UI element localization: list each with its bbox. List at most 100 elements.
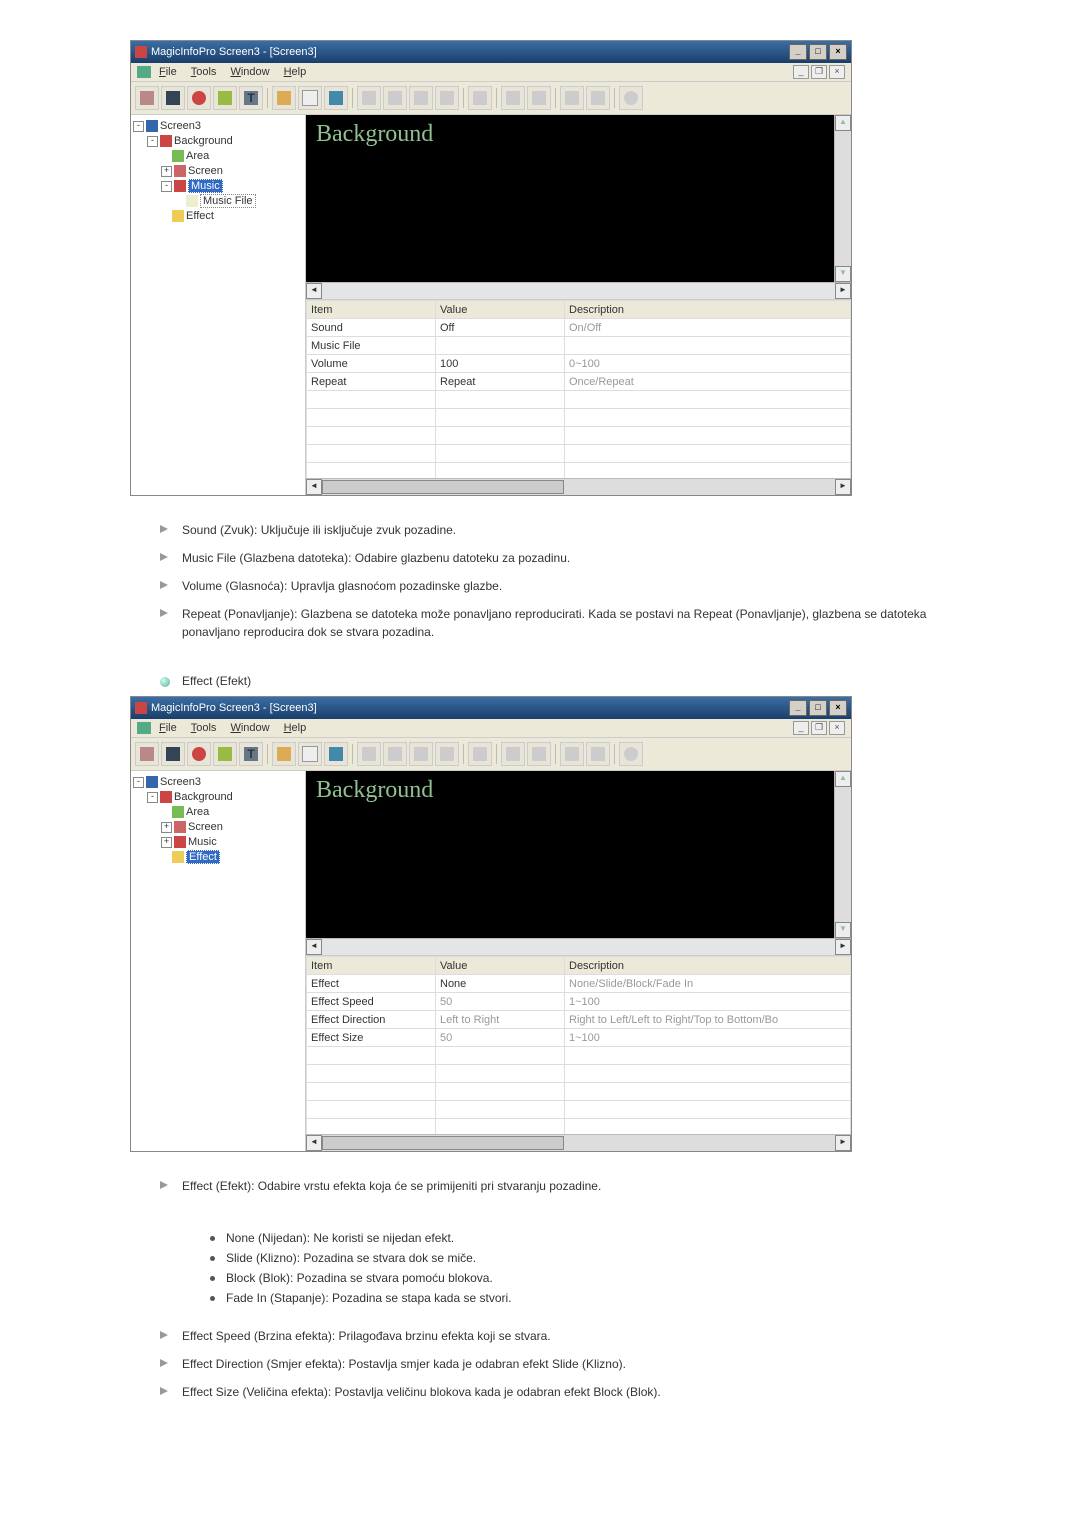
tb-4[interactable] — [213, 86, 237, 110]
menu-window[interactable]: Window — [224, 721, 275, 735]
tree-root[interactable]: Screen3 — [160, 120, 201, 132]
property-grid[interactable]: Item Value Description SoundOffOn/OffMus… — [306, 299, 851, 478]
tb-redo[interactable] — [586, 742, 610, 766]
tb-6[interactable] — [272, 742, 296, 766]
col-desc[interactable]: Description — [565, 957, 851, 975]
close-button[interactable]: × — [829, 700, 847, 716]
tb-11[interactable] — [409, 86, 433, 110]
tb-7[interactable] — [298, 86, 322, 110]
tb-9[interactable] — [357, 86, 381, 110]
tree-root[interactable]: Screen3 — [160, 776, 201, 788]
preview-label: Background — [316, 777, 433, 803]
col-value[interactable]: Value — [436, 957, 565, 975]
preview-scroll-h[interactable]: ◄ ► — [306, 282, 851, 299]
tb-8[interactable] — [324, 86, 348, 110]
tree-area[interactable]: Area — [186, 150, 209, 162]
tb-undo[interactable] — [560, 86, 584, 110]
tb-info[interactable] — [619, 86, 643, 110]
grid-scroll-h[interactable]: ◄ ► — [306, 1134, 851, 1151]
tb-undo[interactable] — [560, 742, 584, 766]
tb-5[interactable]: T — [239, 742, 263, 766]
tree-music-file[interactable]: Music File — [200, 194, 256, 208]
preview-area: Background ▲ ▼ — [306, 771, 851, 938]
titlebar[interactable]: MagicInfoPro Screen3 - [Screen3] _ □ × — [131, 697, 851, 719]
col-value[interactable]: Value — [436, 301, 565, 319]
menu-tools[interactable]: Tools — [185, 65, 223, 79]
col-item[interactable]: Item — [307, 301, 436, 319]
tree-music[interactable]: Music — [188, 836, 217, 848]
table-row[interactable]: Effect Speed501~100 — [307, 993, 851, 1011]
col-desc[interactable]: Description — [565, 301, 851, 319]
tb-5[interactable]: T — [239, 86, 263, 110]
maximize-button[interactable]: □ — [809, 44, 827, 60]
close-button[interactable]: × — [829, 44, 847, 60]
mdi-close[interactable]: × — [829, 721, 845, 735]
maximize-button[interactable]: □ — [809, 700, 827, 716]
tb-3[interactable] — [187, 742, 211, 766]
window-title: MagicInfoPro Screen3 - [Screen3] — [151, 46, 317, 58]
table-row[interactable]: Effect DirectionLeft to RightRight to Le… — [307, 1011, 851, 1029]
tb-3[interactable] — [187, 86, 211, 110]
menu-file[interactable]: File — [153, 721, 183, 735]
mdi-restore[interactable]: ❐ — [811, 65, 827, 79]
tb-13[interactable] — [468, 86, 492, 110]
tb-4[interactable] — [213, 742, 237, 766]
tb-10[interactable] — [383, 742, 407, 766]
tree-screen[interactable]: Screen — [188, 821, 223, 833]
tb-10[interactable] — [383, 86, 407, 110]
menu-window[interactable]: Window — [224, 65, 275, 79]
tb-6[interactable] — [272, 86, 296, 110]
menu-file[interactable]: File — [153, 65, 183, 79]
tb-14[interactable] — [501, 86, 525, 110]
tb-15[interactable] — [527, 86, 551, 110]
tree-area[interactable]: Area — [186, 806, 209, 818]
tree-effect[interactable]: Effect — [186, 850, 220, 864]
tb-2[interactable] — [161, 742, 185, 766]
tb-1[interactable] — [135, 742, 159, 766]
mdi-min[interactable]: _ — [793, 721, 809, 735]
tb-12[interactable] — [435, 86, 459, 110]
preview-scroll-h[interactable]: ◄ ► — [306, 938, 851, 955]
titlebar[interactable]: MagicInfoPro Screen3 - [Screen3] _ □ × — [131, 41, 851, 63]
minimize-button[interactable]: _ — [789, 44, 807, 60]
tb-2[interactable] — [161, 86, 185, 110]
tree-effect[interactable]: Effect — [186, 210, 214, 222]
mdi-close[interactable]: × — [829, 65, 845, 79]
table-row[interactable]: RepeatRepeatOnce/Repeat — [307, 373, 851, 391]
mdi-min[interactable]: _ — [793, 65, 809, 79]
col-item[interactable]: Item — [307, 957, 436, 975]
list-item: Music File (Glazbena datoteka): Odabire … — [160, 544, 950, 572]
grid-scroll-h[interactable]: ◄ ► — [306, 478, 851, 495]
menu-help[interactable]: Help — [278, 721, 313, 735]
tb-redo[interactable] — [586, 86, 610, 110]
table-row[interactable]: Effect Size501~100 — [307, 1029, 851, 1047]
tb-info[interactable] — [619, 742, 643, 766]
table-row[interactable]: EffectNoneNone/Slide/Block/Fade In — [307, 975, 851, 993]
tb-12[interactable] — [435, 742, 459, 766]
table-row[interactable]: Volume1000~100 — [307, 355, 851, 373]
tb-9[interactable] — [357, 742, 381, 766]
tree-background[interactable]: Background — [174, 791, 233, 803]
tree-screen[interactable]: Screen — [188, 165, 223, 177]
tb-11[interactable] — [409, 742, 433, 766]
preview-scroll-v[interactable]: ▲ ▼ — [834, 771, 851, 938]
mdi-restore[interactable]: ❐ — [811, 721, 827, 735]
tb-14[interactable] — [501, 742, 525, 766]
tb-8[interactable] — [324, 742, 348, 766]
menu-help[interactable]: Help — [278, 65, 313, 79]
tree-music[interactable]: Music — [188, 179, 223, 193]
tb-15[interactable] — [527, 742, 551, 766]
menu-tools[interactable]: Tools — [185, 721, 223, 735]
toolbar: T — [131, 82, 851, 115]
tree-panel[interactable]: -Screen3 -Background Area +Screen +Music… — [131, 771, 306, 1151]
table-row[interactable]: SoundOffOn/Off — [307, 319, 851, 337]
preview-scroll-v[interactable]: ▲ ▼ — [834, 115, 851, 282]
tree-background[interactable]: Background — [174, 135, 233, 147]
tree-panel[interactable]: -Screen3 -Background Area +Screen -Music… — [131, 115, 306, 495]
tb-7[interactable] — [298, 742, 322, 766]
minimize-button[interactable]: _ — [789, 700, 807, 716]
tb-1[interactable] — [135, 86, 159, 110]
table-row[interactable]: Music File — [307, 337, 851, 355]
tb-13[interactable] — [468, 742, 492, 766]
property-grid[interactable]: Item Value Description EffectNoneNone/Sl… — [306, 955, 851, 1134]
